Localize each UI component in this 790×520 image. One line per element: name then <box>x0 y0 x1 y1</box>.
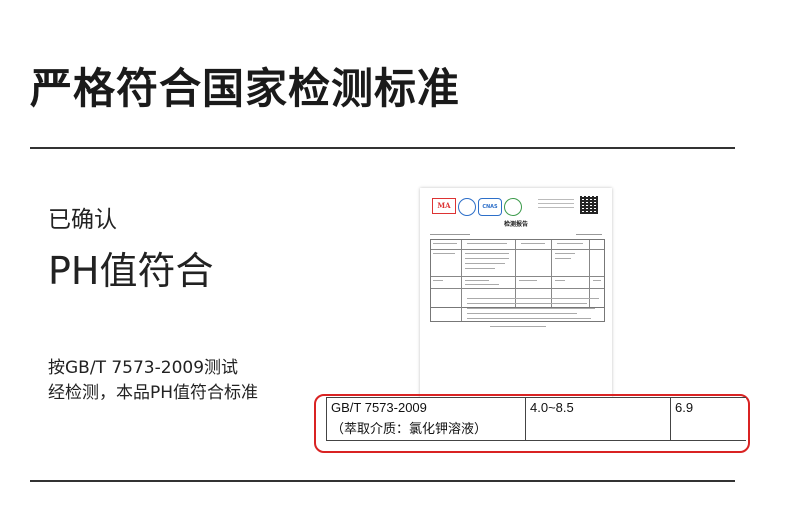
compliance-note: 经检测，本品PH值符合标准 <box>48 383 259 403</box>
standard-cell: GB/T 7573-2009 （萃取介质：氯化钾溶液） <box>326 397 526 441</box>
confirmed-label: 已确认 <box>48 207 117 233</box>
bottom-divider <box>30 480 735 482</box>
range-cell: 4.0~8.5 <box>525 397 671 441</box>
report-notes <box>430 294 605 322</box>
report-end-mark <box>490 326 546 327</box>
top-divider <box>30 147 735 149</box>
accreditation-icon <box>504 198 522 216</box>
report-title: 检测报告 <box>503 221 528 228</box>
extraction-medium: （萃取介质：氯化钾溶液） <box>331 421 488 436</box>
result-cell: 6.9 <box>670 397 746 441</box>
qr-code-icon <box>580 196 598 214</box>
seal-icon <box>458 198 476 216</box>
report-meta <box>430 232 602 236</box>
cnas-logo: CNAS <box>478 198 502 216</box>
standard-code: GB/T 7573-2009 <box>331 400 427 415</box>
page-headline: 严格符合国家检测标准 <box>30 64 461 113</box>
highlighted-result-row: GB/T 7573-2009 （萃取介质：氯化钾溶液） 4.0~8.5 6.9 <box>326 397 746 441</box>
test-standard-note: 按GB/T 7573-2009测试 <box>48 358 239 378</box>
issuer-info <box>538 199 574 211</box>
test-report-document: MA CNAS 检测报告 <box>420 188 612 398</box>
ma-logo: MA <box>432 198 456 214</box>
ph-title: PH值符合 <box>48 249 214 293</box>
